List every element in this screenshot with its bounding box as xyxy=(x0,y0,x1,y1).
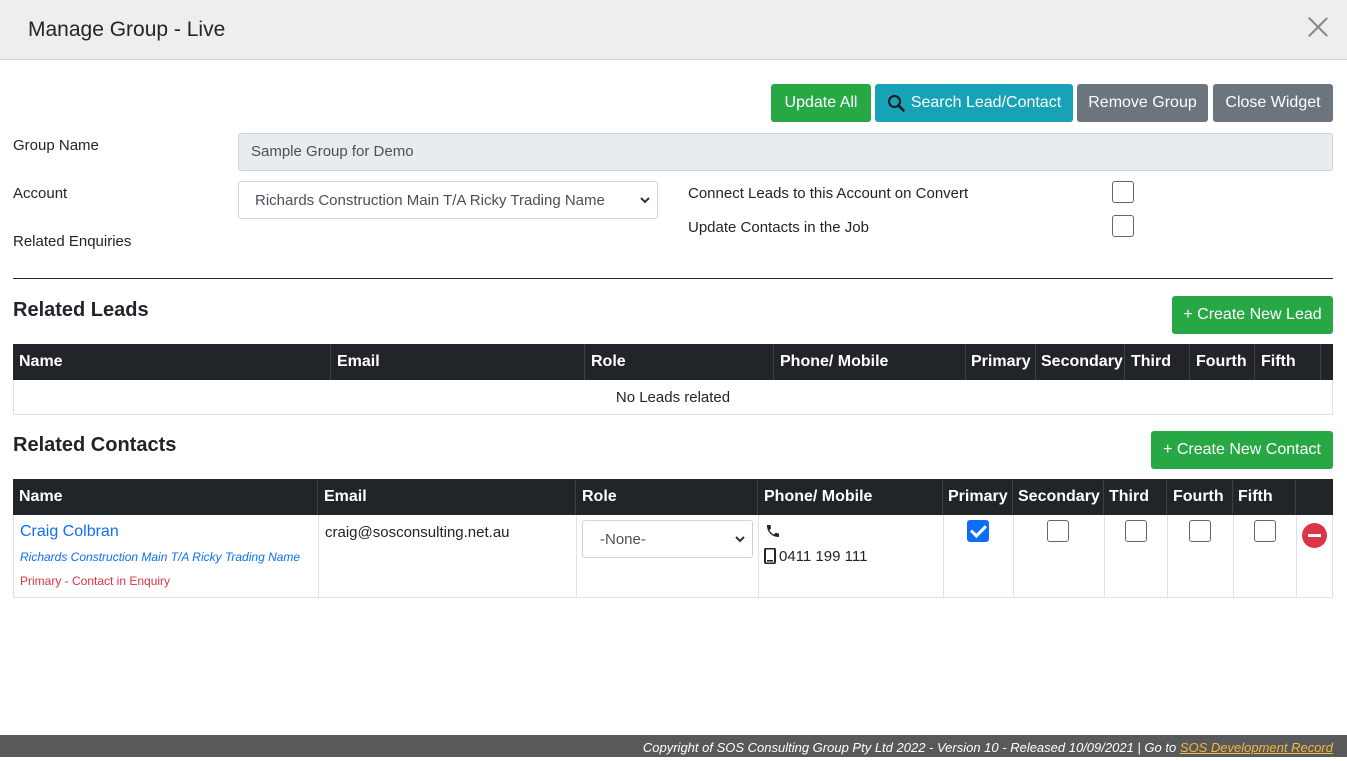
close-widget-button[interactable]: Close Widget xyxy=(1213,84,1333,122)
contact-role-cell: -None- xyxy=(577,515,759,597)
contact-fourth-cell xyxy=(1168,515,1234,597)
leads-col-secondary: Secondary xyxy=(1036,344,1125,380)
contacts-col-phone: Phone/ Mobile xyxy=(758,479,943,515)
third-checkbox[interactable] xyxy=(1125,520,1147,542)
chevron-down-icon xyxy=(735,536,745,543)
divider xyxy=(13,278,1333,279)
create-new-contact-button[interactable]: + Create New Contact xyxy=(1151,431,1333,469)
contact-name-cell: Craig Colbran Richards Construction Main… xyxy=(14,515,319,597)
contact-fifth-cell xyxy=(1234,515,1297,597)
table-row: Craig Colbran Richards Construction Main… xyxy=(13,515,1333,598)
leads-empty-row: No Leads related xyxy=(13,380,1333,415)
contact-account-link[interactable]: Richards Construction Main T/A Ricky Tra… xyxy=(20,550,300,564)
update-contacts-label: Update Contacts in the Job xyxy=(688,219,869,236)
contact-actions-cell xyxy=(1297,515,1334,597)
connect-leads-checkbox[interactable] xyxy=(1112,181,1134,203)
leads-col-fourth: Fourth xyxy=(1190,344,1255,380)
create-new-lead-button[interactable]: + Create New Lead xyxy=(1172,296,1333,334)
phone-icon xyxy=(765,523,781,543)
contact-secondary-cell xyxy=(1014,515,1105,597)
leads-col-phone: Phone/ Mobile xyxy=(774,344,966,380)
leads-col-name: Name xyxy=(13,344,331,380)
contacts-col-email: Email xyxy=(318,479,576,515)
leads-col-third: Third xyxy=(1125,344,1190,380)
leads-col-actions xyxy=(1321,344,1333,380)
contacts-col-name: Name xyxy=(13,479,318,515)
footer-text: Copyright of SOS Consulting Group Pty Lt… xyxy=(642,740,1180,755)
remove-group-button[interactable]: Remove Group xyxy=(1077,84,1208,122)
account-select[interactable]: Richards Construction Main T/A Ricky Tra… xyxy=(238,181,658,219)
contact-phone-cell: 0411 199 111 xyxy=(759,515,944,597)
contacts-col-primary: Primary xyxy=(943,479,1013,515)
close-icon[interactable] xyxy=(1307,16,1329,38)
search-lead-contact-label: Search Lead/Contact xyxy=(910,94,1062,111)
fifth-checkbox[interactable] xyxy=(1254,520,1276,542)
contact-name-link[interactable]: Craig Colbran xyxy=(20,523,119,541)
contacts-col-secondary: Secondary xyxy=(1013,479,1104,515)
leads-col-email: Email xyxy=(331,344,585,380)
leads-col-fifth: Fifth xyxy=(1255,344,1321,380)
group-name-label: Group Name xyxy=(13,137,99,154)
remove-circle-icon[interactable] xyxy=(1302,523,1327,548)
leads-col-role: Role xyxy=(585,344,774,380)
contacts-col-role: Role xyxy=(576,479,758,515)
leads-table-header: Name Email Role Phone/ Mobile Primary Se… xyxy=(13,344,1333,380)
secondary-checkbox[interactable] xyxy=(1047,520,1069,542)
fourth-checkbox[interactable] xyxy=(1189,520,1211,542)
related-enquiries-label: Related Enquiries xyxy=(13,233,132,250)
sos-development-record-link[interactable]: SOS Development Record xyxy=(1180,740,1333,755)
contacts-col-third: Third xyxy=(1104,479,1167,515)
contact-mobile: 0411 199 111 xyxy=(779,548,868,565)
leads-empty-message: No Leads related xyxy=(615,388,731,406)
contact-third-cell xyxy=(1105,515,1168,597)
contacts-table-header: Name Email Role Phone/ Mobile Primary Se… xyxy=(13,479,1333,515)
contact-role-note: Primary - Contact in Enquiry xyxy=(20,574,171,588)
chevron-down-icon xyxy=(640,197,650,204)
connect-leads-label: Connect Leads to this Account on Convert xyxy=(688,185,969,202)
related-leads-title: Related Leads xyxy=(13,299,149,321)
search-icon xyxy=(887,94,905,112)
related-contacts-title: Related Contacts xyxy=(13,434,177,456)
group-name-input[interactable]: Sample Group for Demo xyxy=(238,133,1333,171)
mobile-icon xyxy=(764,547,776,568)
leads-col-primary: Primary xyxy=(966,344,1036,380)
search-lead-contact-button[interactable]: Search Lead/Contact xyxy=(875,84,1073,122)
contacts-col-fifth: Fifth xyxy=(1233,479,1296,515)
modal-header: Manage Group - Live xyxy=(0,0,1347,60)
footer: Copyright of SOS Consulting Group Pty Lt… xyxy=(0,735,1347,757)
contact-email-cell: craig@sosconsulting.net.au xyxy=(319,515,577,597)
modal-title: Manage Group - Live xyxy=(28,18,226,41)
contact-role-select[interactable]: -None- xyxy=(582,520,753,558)
update-contacts-checkbox[interactable] xyxy=(1112,215,1134,237)
account-select-value: Richards Construction Main T/A Ricky Tra… xyxy=(255,191,605,209)
primary-checkbox[interactable] xyxy=(967,520,989,542)
contacts-col-actions xyxy=(1296,479,1333,515)
contact-primary-cell xyxy=(944,515,1014,597)
contacts-col-fourth: Fourth xyxy=(1167,479,1233,515)
account-label: Account xyxy=(13,185,68,202)
contact-role-select-value: -None- xyxy=(600,530,646,548)
update-all-button[interactable]: Update All xyxy=(771,84,871,122)
contact-email: craig@sosconsulting.net.au xyxy=(325,524,510,541)
